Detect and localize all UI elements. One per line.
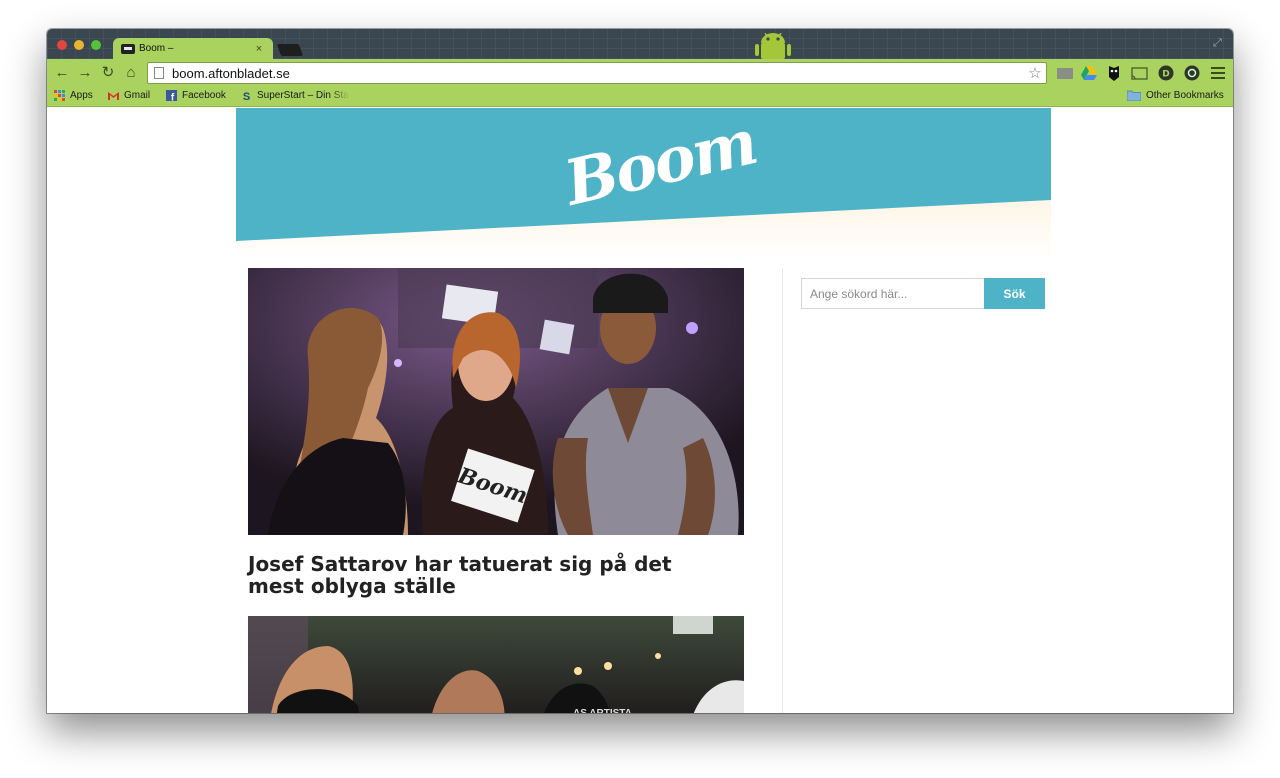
bookmark-label: SuperStart – Din Sta	[257, 90, 349, 101]
mail-extension-icon[interactable]	[1056, 64, 1074, 82]
article-image[interactable]: Boom	[248, 268, 744, 535]
fullscreen-icon[interactable]: ⤢	[1213, 37, 1225, 49]
extension-circle-icon[interactable]	[1183, 64, 1201, 82]
forward-arrow-icon[interactable]: →	[76, 64, 94, 82]
search-form: Sök	[801, 278, 1045, 309]
superstart-icon: S	[243, 91, 250, 101]
boom-favicon-icon	[121, 43, 135, 54]
tab-close-icon[interactable]: ×	[253, 43, 265, 55]
back-arrow-icon[interactable]: ←	[53, 64, 71, 82]
minimize-window-button[interactable]	[74, 40, 84, 50]
other-bookmarks[interactable]: Other Bookmarks	[1127, 90, 1224, 101]
android-theme-icon	[755, 33, 791, 59]
reload-icon[interactable]: ↻	[99, 64, 117, 82]
address-bar[interactable]: boom.aftonbladet.se ☆	[147, 62, 1047, 84]
article-title[interactable]: Josef Sattarov har tatuerat sig på det m…	[248, 553, 728, 597]
column-divider	[782, 268, 783, 713]
search-button[interactable]: Sök	[984, 278, 1045, 309]
other-bookmarks-label: Other Bookmarks	[1146, 90, 1224, 101]
search-input[interactable]	[801, 278, 984, 309]
chrome-menu-icon[interactable]	[1209, 64, 1227, 82]
bookmark-gmail[interactable]: Gmail	[108, 90, 150, 101]
home-icon[interactable]: ⌂	[122, 64, 140, 82]
drive-extension-icon[interactable]	[1080, 64, 1098, 82]
apps-grid-icon	[54, 90, 65, 101]
bookmark-facebook[interactable]: f Facebook	[166, 90, 226, 101]
article-list: Boom Josef Sattarov har tatuerat sig på …	[248, 268, 744, 713]
page-icon	[154, 67, 164, 79]
web-page: Boom Boom Josef Sattarov har tatuerat si…	[47, 108, 1233, 713]
gmail-icon	[108, 92, 119, 100]
facebook-icon: f	[166, 90, 177, 101]
folder-icon	[1127, 90, 1141, 101]
close-window-button[interactable]	[57, 40, 67, 50]
bookmark-label: Apps	[70, 90, 93, 101]
bookmark-apps[interactable]: Apps	[54, 90, 93, 101]
extension-owl-icon[interactable]	[1105, 64, 1123, 82]
bookmark-label: Gmail	[124, 90, 151, 101]
cast-icon[interactable]	[1130, 64, 1148, 82]
tab-strip: Boom – × ⤢	[47, 29, 1233, 59]
browser-window: Boom – × ⤢ ← → ↻ ⌂ boom.aftonbladet.se ☆	[47, 29, 1233, 713]
bookmark-star-icon[interactable]: ☆	[1024, 64, 1046, 82]
tab-title: Boom –	[139, 43, 174, 54]
new-tab-button[interactable]	[276, 44, 304, 56]
site-header-banner: Boom	[236, 108, 1051, 258]
svg-text:D: D	[1162, 70, 1169, 80]
bookmark-superstart[interactable]: S SuperStart – Din Sta	[241, 90, 349, 101]
extension-d-icon[interactable]: D	[1157, 64, 1175, 82]
article-image[interactable]: AS ARTISTA	[248, 616, 744, 713]
browser-toolbar: ← → ↻ ⌂ boom.aftonbladet.se ☆ D	[47, 59, 1233, 87]
url-text[interactable]: boom.aftonbladet.se	[172, 66, 1024, 81]
svg-text:S: S	[243, 91, 250, 101]
zoom-window-button[interactable]	[91, 40, 101, 50]
bookmarks-bar: Apps Gmail f Facebook S SuperStart – Din…	[47, 87, 1233, 107]
svg-text:AS ARTISTA: AS ARTISTA	[573, 708, 632, 713]
bookmark-label: Facebook	[182, 90, 226, 101]
browser-tab[interactable]: Boom – ×	[113, 38, 273, 59]
